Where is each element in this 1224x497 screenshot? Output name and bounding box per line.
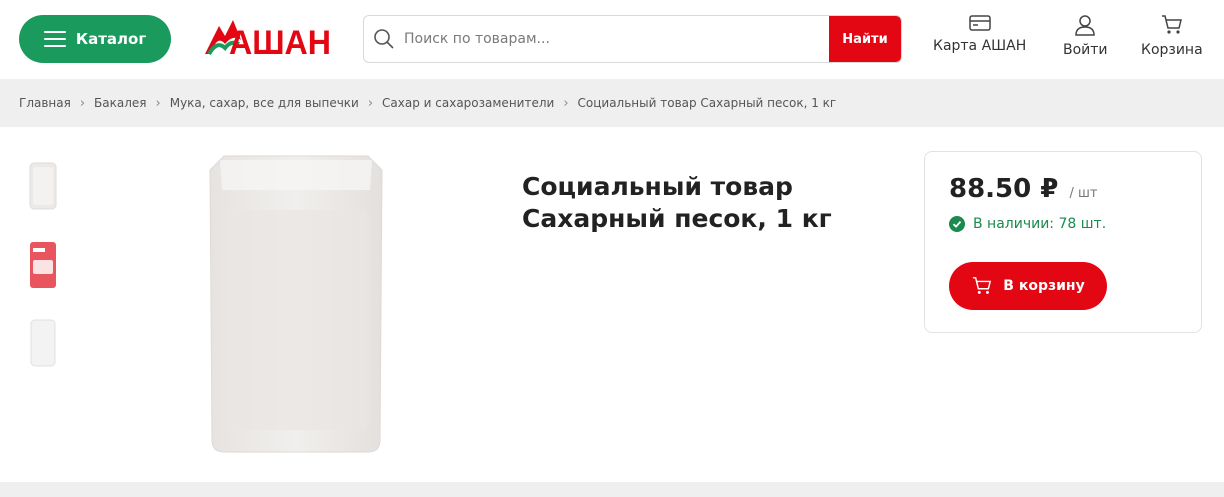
product-title-line-2: Сахарный песок, 1 кг	[522, 204, 832, 233]
product-main-image	[209, 155, 383, 453]
add-to-cart-button[interactable]: В корзину	[949, 262, 1107, 310]
search-icon	[374, 29, 394, 49]
price-unit: / шт	[1069, 186, 1098, 201]
login-link[interactable]: Войти	[1063, 14, 1108, 58]
cart-icon	[1161, 15, 1182, 34]
auchan-logo[interactable]: АШАН	[203, 14, 333, 58]
product-thumbnail-1[interactable]	[27, 161, 59, 211]
chevron-right-icon: ›	[367, 95, 374, 111]
card-link-label: Карта АШАН	[933, 38, 1027, 54]
chevron-right-icon: ›	[155, 95, 161, 111]
product-price: 88.50 ₽ / шт	[949, 174, 1097, 204]
chevron-right-icon: ›	[79, 95, 86, 111]
add-to-cart-label: В корзину	[1003, 278, 1085, 294]
stock-label: В наличии: 78 шт.	[973, 216, 1107, 232]
breadcrumb: Главная › Бакалея › Мука, сахар, все для…	[0, 79, 1224, 127]
product-thumbnail-2[interactable]	[27, 240, 59, 290]
search-box: Найти	[363, 15, 902, 63]
price-card: 88.50 ₽ / шт В наличии: 78 шт. В корзину	[924, 151, 1202, 333]
site-header: Каталог АШАН Найти Карта АШАН Войти	[0, 0, 1224, 79]
catalog-label: Каталог	[75, 30, 147, 48]
price-value: 88.50 ₽	[949, 174, 1059, 204]
cart-icon	[973, 277, 992, 294]
section-divider	[0, 482, 1224, 497]
search-input[interactable]	[404, 16, 829, 62]
chevron-right-icon: ›	[563, 95, 569, 111]
logo-text: АШАН	[229, 24, 331, 58]
login-label: Войти	[1063, 42, 1108, 58]
breadcrumb-item-flour-sugar[interactable]: Мука, сахар, все для выпечки	[170, 96, 359, 110]
auchan-card-link[interactable]: Карта АШАН	[933, 14, 1026, 54]
product-thumbnail-3[interactable]	[27, 318, 59, 368]
search-button[interactable]: Найти	[829, 16, 901, 62]
product-title: Социальный товар Сахарный песок, 1 кг	[522, 171, 852, 235]
breadcrumb-item-sugar[interactable]: Сахар и сахарозаменители	[382, 96, 554, 110]
cart-label: Корзина	[1141, 42, 1203, 58]
breadcrumb-item-current: Социальный товар Сахарный песок, 1 кг	[577, 96, 837, 110]
card-icon	[968, 15, 991, 31]
check-circle-icon	[949, 216, 965, 232]
breadcrumb-item-home[interactable]: Главная	[19, 96, 71, 110]
catalog-button[interactable]: Каталог	[19, 15, 171, 63]
user-icon	[1075, 15, 1096, 36]
cart-link[interactable]: Корзина	[1141, 14, 1203, 58]
stock-status: В наличии: 78 шт.	[949, 216, 1106, 232]
menu-icon	[43, 31, 66, 47]
product-title-line-1: Социальный товар	[522, 172, 793, 201]
breadcrumb-item-grocery[interactable]: Бакалея	[94, 96, 146, 110]
